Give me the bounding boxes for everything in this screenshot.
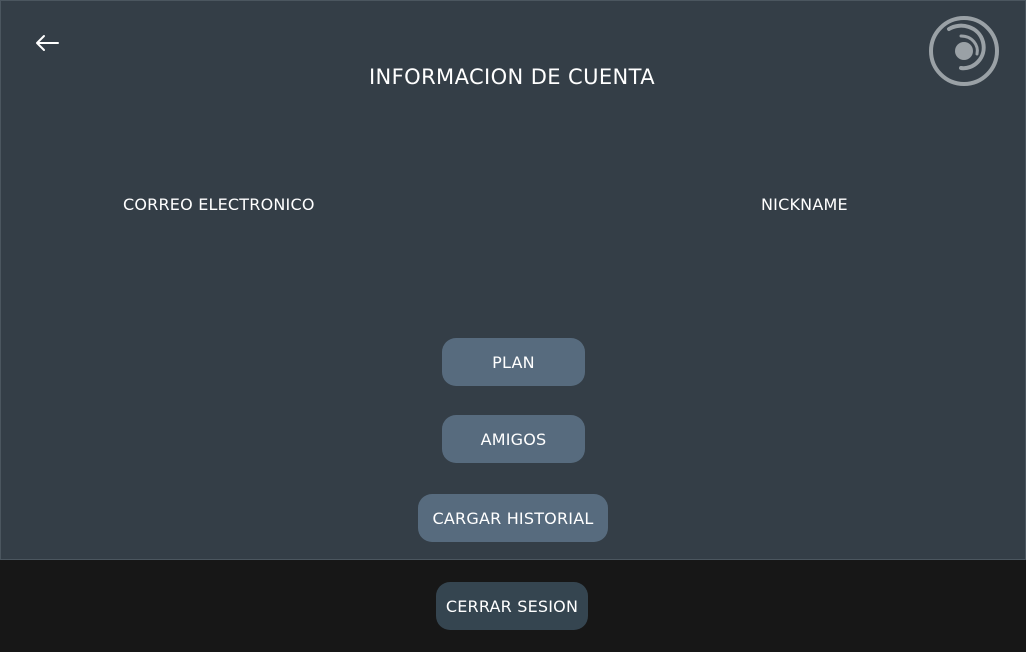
footer-bar: CERRAR SESION [0, 560, 1026, 652]
spiral-logo-icon [927, 14, 1001, 88]
account-screen: INFORMACION DE CUENTA CORREO ELECTRONICO… [0, 0, 1026, 652]
logout-button[interactable]: CERRAR SESION [436, 582, 588, 630]
load-history-button[interactable]: CARGAR HISTORIAL [418, 494, 608, 542]
nickname-label: NICKNAME [761, 195, 848, 214]
account-info-panel: INFORMACION DE CUENTA CORREO ELECTRONICO… [0, 0, 1026, 560]
email-label: CORREO ELECTRONICO [123, 195, 315, 214]
arrow-left-icon [36, 35, 59, 51]
friends-button[interactable]: AMIGOS [442, 415, 585, 463]
page-title: INFORMACION DE CUENTA [368, 65, 656, 89]
plan-button[interactable]: PLAN [442, 338, 585, 386]
back-button[interactable] [31, 29, 63, 57]
